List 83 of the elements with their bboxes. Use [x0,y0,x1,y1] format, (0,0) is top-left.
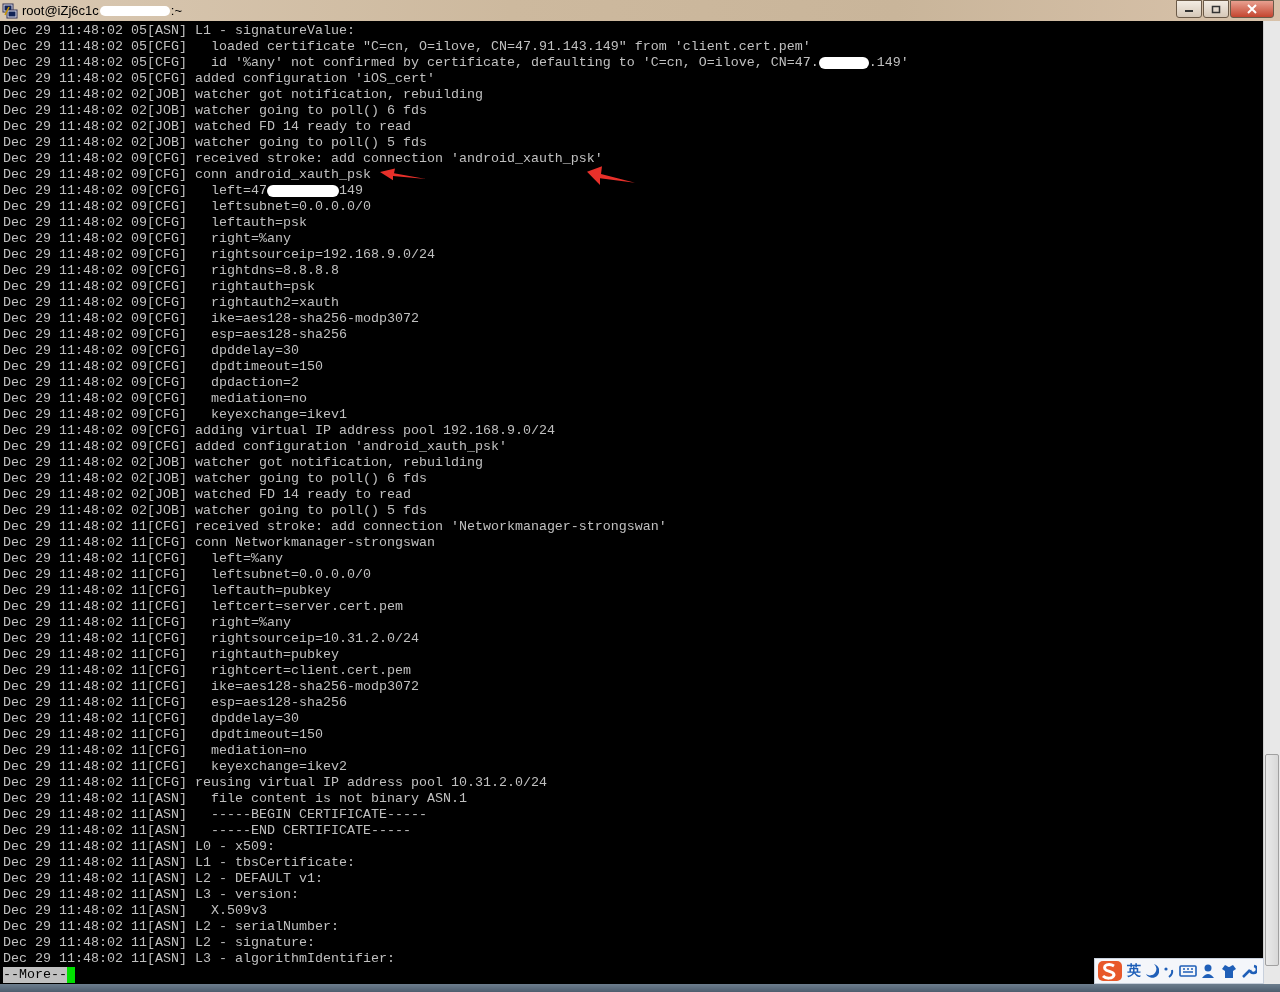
log-line: Dec 29 11:48:02 11[CFG] mediation=no [3,743,307,759]
log-line: Dec 29 11:48:02 09[CFG] keyexchange=ikev1 [3,407,347,423]
log-line: Dec 29 11:48:02 11[ASN] L2 - serialNumber: [3,919,339,935]
log-line: Dec 29 11:48:02 11[CFG] esp=aes128-sha256 [3,695,347,711]
log-line: Dec 29 11:48:02 09[CFG] rightauth=psk [3,279,315,295]
log-line: Dec 29 11:48:02 05[CFG] added configuration 'iOS_cert' [3,71,435,87]
log-line: Dec 29 11:48:02 09[CFG] rightdns=8.8.8.8 [3,263,339,279]
log-line: Dec 29 11:48:02 11[CFG] conn Networkmanager-strongswan [3,535,435,551]
log-line: Dec 29 11:48:02 02[JOB] watcher got notification, rebuilding [3,455,483,471]
user-icon[interactable] [1201,963,1217,979]
log-line: Dec 29 11:48:02 11[ASN] L3 - version: [3,887,299,903]
scrollbar-thumb[interactable] [1265,754,1279,966]
annotation-arrow [587,164,635,186]
log-line: .149' [868,55,909,71]
minimize-button[interactable] [1176,0,1202,18]
terminal-icon [2,2,18,19]
log-line: Dec 29 11:48:02 11[ASN] L3 - algorithmIdentifier: [3,951,395,967]
log-line: Dec 29 11:48:02 05[CFG] id '%any' not confirmed by certificate, defaulting to 'C=cn, O=ilove, CN=47. [3,55,819,71]
log-line: Dec 29 11:48:02 11[CFG] ike=aes128-sha256-modp3072 [3,679,419,695]
maximize-icon [1211,4,1221,14]
annotation-arrow [380,167,426,181]
log-line: Dec 29 11:48:02 11[CFG] right=%any [3,615,291,631]
log-line: Dec 29 11:48:02 02[JOB] watcher got notification, rebuilding [3,87,483,103]
log-line: Dec 29 11:48:02 11[ASN] X.509v3 [3,903,267,919]
redaction-mark [99,5,170,16]
log-line: Dec 29 11:48:02 09[CFG] added configuration 'android_xauth_psk' [3,439,507,455]
log-line: Dec 29 11:48:02 02[JOB] watcher going to poll() 5 fds [3,135,427,151]
log-line: Dec 29 11:48:02 02[JOB] watched FD 14 ready to read [3,119,411,135]
log-line: Dec 29 11:48:02 09[CFG] esp=aes128-sha256 [3,327,347,343]
log-line: Dec 29 11:48:02 11[CFG] dpdtimeout=150 [3,727,323,743]
log-line: Dec 29 11:48:02 09[CFG] mediation=no [3,391,307,407]
close-icon [1246,4,1258,14]
input-method-icon[interactable] [1097,960,1123,982]
log-line: Dec 29 11:48:02 09[CFG] received stroke: add connection 'android_xauth_psk' [3,151,603,167]
log-line: Dec 29 11:48:02 09[CFG] dpdtimeout=150 [3,359,323,375]
scrollbar[interactable] [1263,21,1280,984]
log-line: Dec 29 11:48:02 09[CFG] dpdaction=2 [3,375,299,391]
moon-icon[interactable] [1145,963,1159,979]
log-line: Dec 29 11:48:02 11[CFG] dpddelay=30 [3,711,299,727]
redaction-mark [818,57,869,69]
log-line: Dec 29 11:48:02 11[ASN] L0 - x509: [3,839,275,855]
log-line: Dec 29 11:48:02 11[CFG] rightcert=client.cert.pem [3,663,411,679]
log-line: Dec 29 11:48:02 11[ASN] -----END CERTIFICATE----- [3,823,411,839]
log-line: Dec 29 11:48:02 11[CFG] received stroke: add connection 'Networkmanager-strongswan' [3,519,667,535]
log-line: Dec 29 11:48:02 11[ASN] L1 - tbsCertificate: [3,855,355,871]
log-line: 149 [338,183,363,199]
log-line: Dec 29 11:48:02 11[CFG] leftsubnet=0.0.0.0/0 [3,567,371,583]
close-button[interactable] [1230,0,1274,18]
log-line: Dec 29 11:48:02 11[CFG] leftcert=server.cert.pem [3,599,403,615]
log-line: Dec 29 11:48:02 09[CFG] rightauth2=xauth [3,295,339,311]
log-line: Dec 29 11:48:02 05[ASN] L1 - signatureValue: [3,23,355,39]
log-line: Dec 29 11:48:02 11[CFG] leftauth=pubkey [3,583,331,599]
pager-prompt: --More-- [3,967,67,983]
text-cursor [67,967,75,983]
log-line: Dec 29 11:48:02 11[CFG] left=%any [3,551,283,567]
log-line: Dec 29 11:48:02 09[CFG] rightsourceip=192.168.9.0/24 [3,247,435,263]
log-line: Dec 29 11:48:02 09[CFG] leftauth=psk [3,215,307,231]
log-line: Dec 29 11:48:02 09[CFG] ike=aes128-sha256-modp3072 [3,311,419,327]
log-line: Dec 29 11:48:02 09[CFG] dpddelay=30 [3,343,299,359]
log-line: Dec 29 11:48:02 09[CFG] adding virtual IP address pool 192.168.9.0/24 [3,423,555,439]
log-line: Dec 29 11:48:02 11[CFG] keyexchange=ikev2 [3,759,347,775]
language-mode-toggle[interactable]: 英 [1127,962,1141,980]
maximize-button[interactable] [1203,0,1229,18]
log-line: Dec 29 11:48:02 02[JOB] watched FD 14 ready to read [3,487,411,503]
log-line: Dec 29 11:48:02 11[CFG] rightauth=pubkey [3,647,339,663]
log-line: Dec 29 11:48:02 09[CFG] right=%any [3,231,291,247]
log-line: Dec 29 11:48:02 11[ASN] L2 - signature: [3,935,315,951]
log-line: Dec 29 11:48:02 05[CFG] loaded certificate "C=cn, O=ilove, CN=47.91.143.149" from 'client.cert.pem' [3,39,811,55]
log-line: Dec 29 11:48:02 09[CFG] left=47 [3,183,267,199]
log-line: Dec 29 11:48:02 11[CFG] rightsourceip=10.31.2.0/24 [3,631,419,647]
window-title: root@iZj6c1c [22,3,99,18]
log-line: Dec 29 11:48:02 11[ASN] file content is not binary ASN.1 [3,791,467,807]
shirt-icon[interactable] [1221,963,1237,979]
log-line: Dec 29 11:48:02 11[ASN] -----BEGIN CERTIFICATE----- [3,807,427,823]
window-title: :~ [170,3,182,18]
log-line: Dec 29 11:48:02 11[CFG] reusing virtual IP address pool 10.31.2.0/24 [3,775,547,791]
log-line: Dec 29 11:48:02 02[JOB] watcher going to poll() 6 fds [3,471,427,487]
log-line: Dec 29 11:48:02 09[CFG] leftsubnet=0.0.0.0/0 [3,199,371,215]
log-line: Dec 29 11:48:02 02[JOB] watcher going to poll() 6 fds [3,103,427,119]
keyboard-icon[interactable] [1179,964,1197,978]
log-line: Dec 29 11:48:02 11[ASN] L2 - DEFAULT v1: [3,871,323,887]
log-line: Dec 29 11:48:02 09[CFG] conn android_xauth_psk [3,167,371,183]
log-line: Dec 29 11:48:02 02[JOB] watcher going to poll() 5 fds [3,503,427,519]
